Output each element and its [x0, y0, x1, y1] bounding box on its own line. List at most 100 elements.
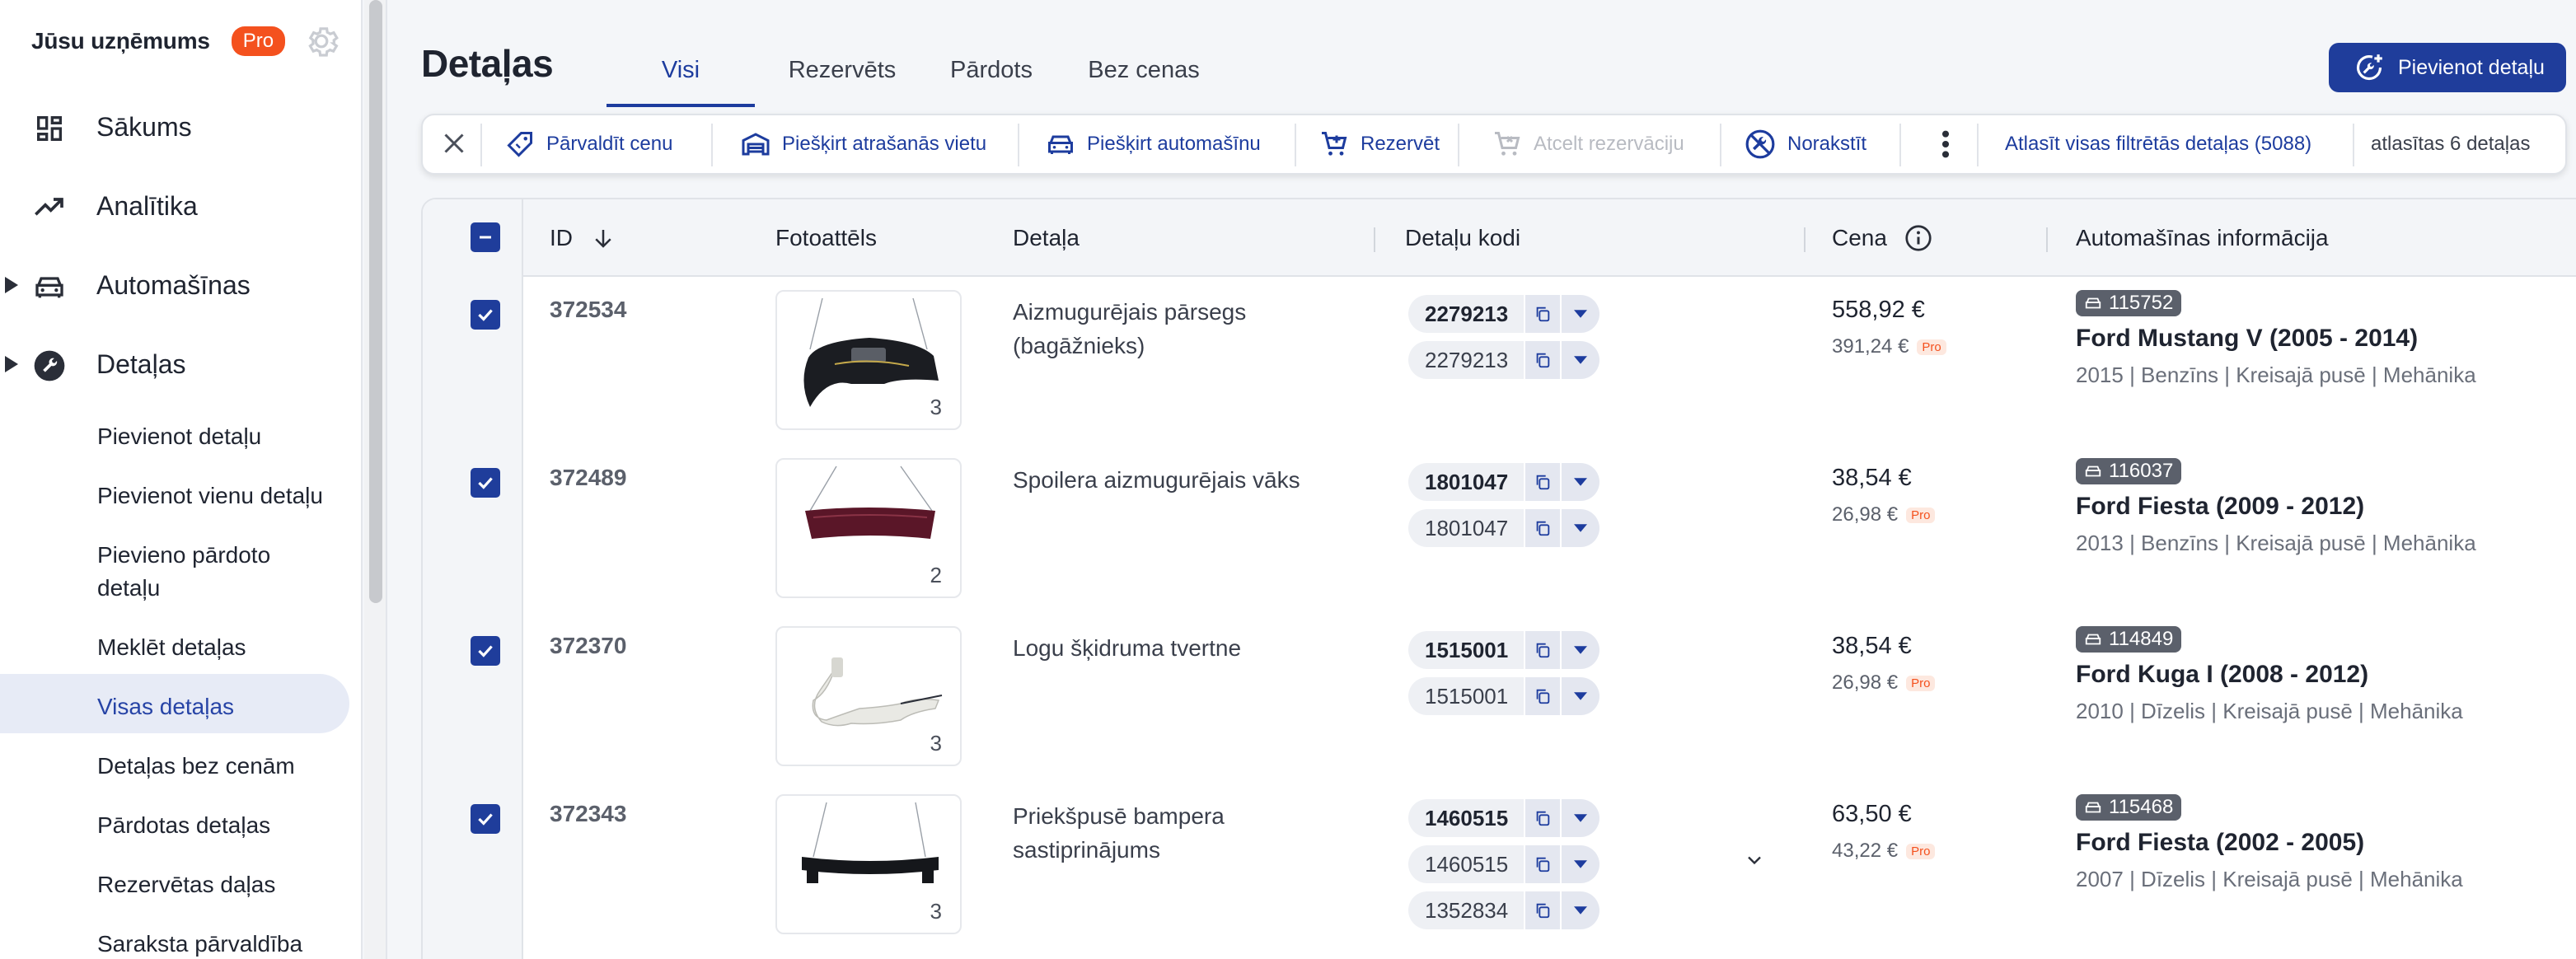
part-photo[interactable]: 2 [775, 458, 962, 598]
column-divider[interactable] [1374, 227, 1375, 252]
nav-sub-parts-without-price[interactable]: Detaļas bez cenām [0, 733, 349, 793]
select-all-filtered-button[interactable]: Atlasīt visas filtrētās detaļas (5088) [2005, 115, 2311, 173]
part-id[interactable]: 372489 [550, 465, 626, 491]
nav-sub-all-parts[interactable]: Visas detaļas [0, 674, 349, 733]
row-checkbox[interactable] [471, 468, 500, 498]
car-id-tag[interactable]: 115752 [2076, 290, 2182, 316]
table-row[interactable]: 372489 2 Spoilera aizmugurējais vāks 180… [423, 447, 2576, 615]
copy-icon[interactable] [1524, 677, 1560, 715]
part-photo[interactable]: 3 [775, 290, 962, 430]
nav-sub-sold-parts[interactable]: Pārdotas detaļas [0, 793, 349, 852]
tab-no-price[interactable]: Bez cenas [1053, 33, 1234, 107]
table-row[interactable]: 372343 3 Priekšpusē bampera sastiprināju… [423, 783, 2576, 959]
nav-sub-add-single-part[interactable]: Pievienot vienu detaļu [0, 463, 349, 522]
copy-icon[interactable] [1524, 799, 1560, 837]
car-info[interactable]: 115468 Ford Fiesta (2002 - 2005) 2007 | … [2076, 794, 2463, 892]
part-id[interactable]: 372343 [550, 801, 626, 827]
reserve-button[interactable]: Rezervēt [1319, 115, 1440, 173]
column-divider[interactable] [1804, 227, 1806, 252]
chevron-down-icon[interactable] [1560, 631, 1599, 669]
part-photo[interactable]: 3 [775, 794, 962, 934]
close-icon[interactable] [439, 129, 469, 158]
copy-icon[interactable] [1524, 509, 1560, 547]
chevron-down-icon[interactable] [1560, 509, 1599, 547]
nav-sub-add-sold-part[interactable]: Pievieno pārdoto detaļu [0, 522, 349, 613]
cancel-reservation-button[interactable]: Atcelt rezervāciju [1492, 115, 1684, 173]
copy-icon[interactable] [1524, 295, 1560, 333]
table-row[interactable]: 372534 3 Aizmugurējais pārsegs (bagāžnie… [423, 278, 2576, 447]
column-header-id[interactable]: ID [550, 199, 616, 277]
part-code[interactable]: 2279213 [1408, 295, 1524, 333]
copy-icon[interactable] [1524, 631, 1560, 669]
part-name[interactable]: Logu šķidruma tvertne [1013, 631, 1326, 665]
column-divider[interactable] [2046, 227, 2048, 252]
sort-arrow-down-icon[interactable] [591, 226, 616, 250]
sidebar-scrollbar[interactable] [364, 0, 387, 959]
copy-icon[interactable] [1524, 341, 1560, 379]
part-photo[interactable]: 3 [775, 626, 962, 766]
nav-item-cars[interactable]: Automašīnas [0, 252, 361, 318]
column-header-label: ID [550, 225, 573, 250]
car-info[interactable]: 115752 Ford Mustang V (2005 - 2014) 2015… [2076, 290, 2476, 388]
row-checkbox[interactable] [471, 804, 500, 834]
car-icon [2084, 798, 2102, 816]
copy-icon[interactable] [1524, 891, 1560, 929]
part-name[interactable]: Spoilera aizmugurējais vāks [1013, 463, 1326, 497]
tab-reserved[interactable]: Rezervēts [755, 33, 930, 107]
chevron-down-icon[interactable] [1560, 341, 1599, 379]
chevron-down-icon[interactable] [1560, 463, 1599, 501]
car-model: Ford Kuga I (2008 - 2012) [2076, 661, 2369, 688]
part-code[interactable]: 1801047 [1408, 509, 1524, 547]
select-all-checkbox[interactable] [471, 222, 500, 252]
write-off-button[interactable]: Norakstīt [1745, 115, 1866, 173]
caret-right-icon[interactable] [5, 277, 18, 293]
add-part-button[interactable]: Pievienot detaļu [2329, 43, 2566, 92]
expand-codes-chevron-icon[interactable] [1743, 849, 1766, 872]
row-checkbox[interactable] [471, 300, 500, 330]
car-id-tag[interactable]: 115468 [2076, 794, 2182, 821]
car-info[interactable]: 116037 Ford Fiesta (2009 - 2012) 2013 | … [2076, 458, 2476, 556]
part-id[interactable]: 372370 [550, 633, 626, 659]
assign-car-button[interactable]: Piešķirt automašīnu [1046, 115, 1261, 173]
part-code[interactable]: 1460515 [1408, 845, 1524, 883]
car-id-tag[interactable]: 116037 [2076, 458, 2182, 484]
part-code[interactable]: 1801047 [1408, 463, 1524, 501]
tab-all[interactable]: Visi [607, 33, 755, 107]
nav-sub-reserved-parts[interactable]: Rezervētas daļas [0, 852, 349, 911]
chevron-down-icon[interactable] [1560, 295, 1599, 333]
copy-icon[interactable] [1524, 845, 1560, 883]
nav-item-parts[interactable]: Detaļas [0, 331, 361, 397]
car-id-tag[interactable]: 114849 [2076, 626, 2182, 653]
write-off-label: Norakstīt [1787, 133, 1867, 155]
info-icon[interactable] [1904, 223, 1933, 253]
copy-icon[interactable] [1524, 463, 1560, 501]
caret-right-icon[interactable] [5, 356, 18, 372]
nav-sub-search-parts[interactable]: Meklēt detaļas [0, 615, 349, 674]
part-code[interactable]: 2279213 [1408, 341, 1524, 379]
nav-sub-list-management[interactable]: Saraksta pārvaldība [0, 911, 349, 959]
part-code[interactable]: 1515001 [1408, 631, 1524, 669]
part-name[interactable]: Priekšpusē bampera sastiprinājums [1013, 799, 1326, 867]
assign-location-button[interactable]: Piešķirt atrašanās vietu [741, 115, 986, 173]
chevron-down-icon[interactable] [1560, 799, 1599, 837]
part-code[interactable]: 1515001 [1408, 677, 1524, 715]
table-row[interactable]: 372370 3 Logu šķidruma tvertne 1515001 1… [423, 615, 2576, 783]
nav-sub-add-part[interactable]: Pievienot detaļu [0, 404, 349, 463]
part-code[interactable]: 1352834 [1408, 891, 1524, 929]
chevron-down-icon[interactable] [1560, 891, 1599, 929]
row-checkbox[interactable] [471, 636, 500, 666]
part-id[interactable]: 372534 [550, 297, 626, 323]
scrollbar-thumb[interactable] [369, 0, 382, 603]
car-info[interactable]: 114849 Ford Kuga I (2008 - 2012) 2010 | … [2076, 626, 2463, 724]
part-codes: 1515001 1515001 [1408, 631, 1599, 723]
tab-sold[interactable]: Pārdots [930, 33, 1053, 107]
chevron-down-icon[interactable] [1560, 845, 1599, 883]
part-name[interactable]: Aizmugurējais pārsegs (bagāžnieks) [1013, 295, 1326, 363]
nav-item-analytics[interactable]: Analītika [0, 173, 361, 239]
reprice-button[interactable]: Pārvaldīt cenu [505, 115, 672, 173]
nav-item-home[interactable]: Sākums [0, 94, 361, 160]
chevron-down-icon[interactable] [1560, 677, 1599, 715]
more-options-icon[interactable] [1941, 115, 1951, 173]
part-code[interactable]: 1460515 [1408, 799, 1524, 837]
gear-icon[interactable] [302, 21, 341, 61]
